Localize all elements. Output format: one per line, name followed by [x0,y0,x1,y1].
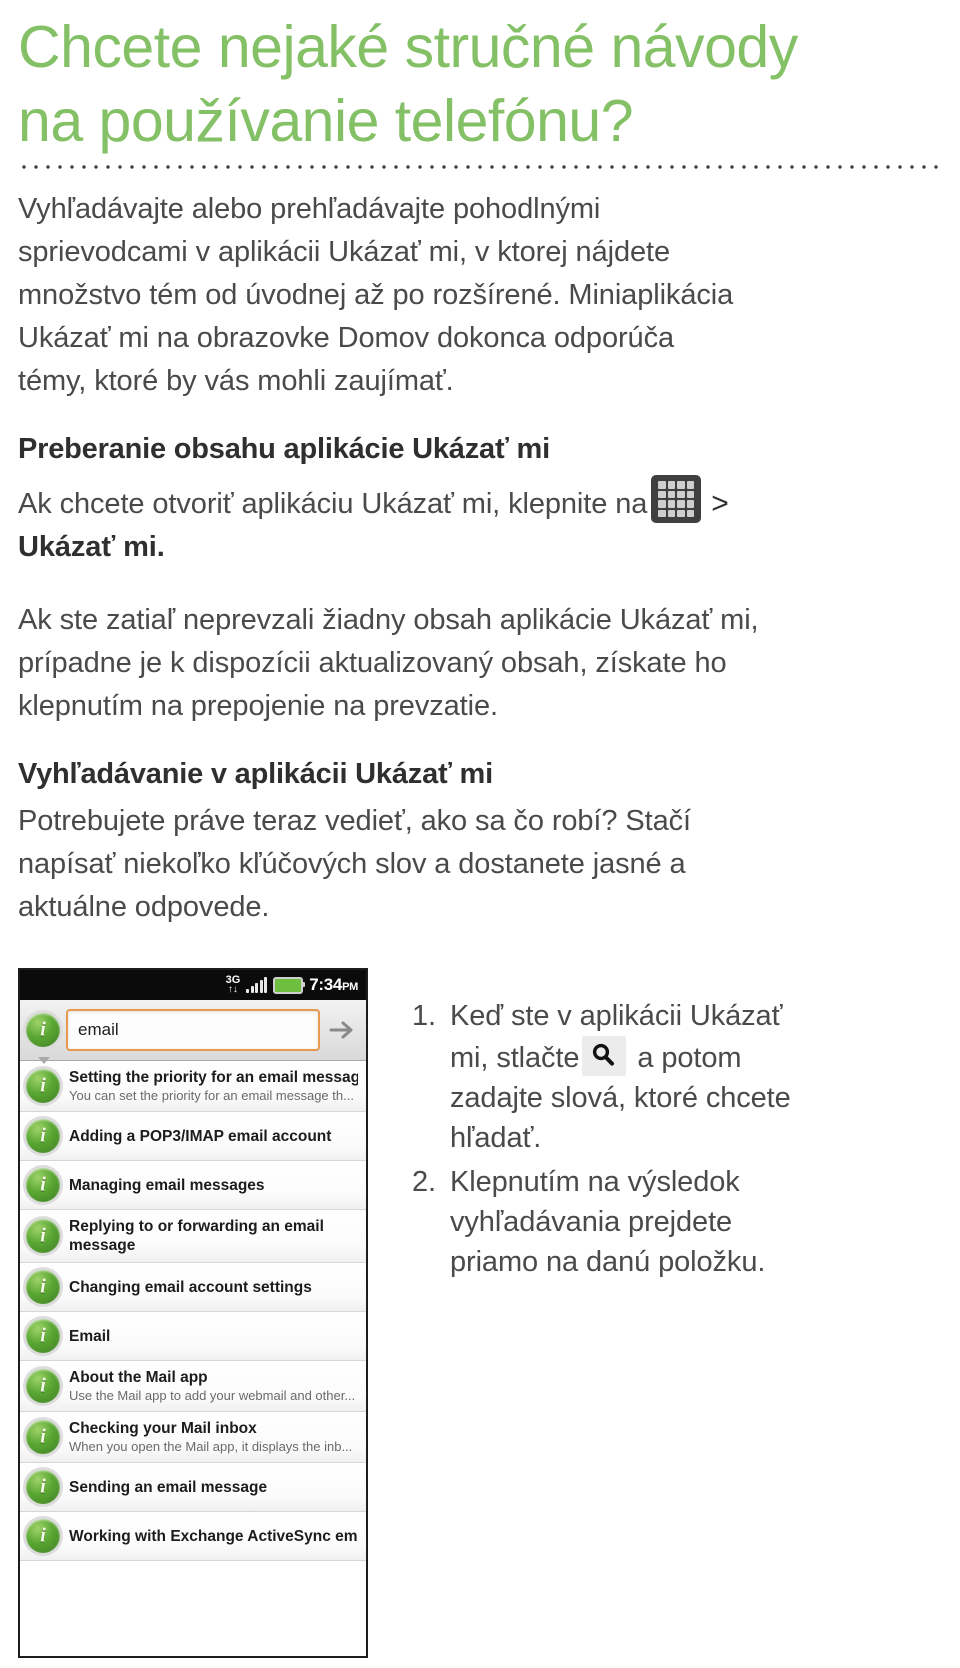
list-item[interactable]: Working with Exchange ActiveSync email [20,1512,366,1561]
section-one-lead-bold-tail: Ukázať mi. [18,531,165,563]
arrow-right-icon[interactable] [326,1011,360,1049]
list-item-text: Sending an email message [69,1478,358,1497]
clock-time: 7:34 [309,975,343,994]
list-item-text: Changing email account settings [69,1278,358,1297]
info-badge-icon [26,1119,60,1153]
list-item-title: Adding a POP3/IMAP email account [69,1127,332,1145]
list-item-text: Replying to or forwarding an email messa… [69,1217,358,1255]
list-item[interactable]: Replying to or forwarding an email messa… [20,1210,366,1263]
info-badge-icon [26,1069,60,1103]
info-badge-icon[interactable] [26,1013,60,1064]
info-badge-icon [26,1470,60,1504]
list-item: 1. Keď ste v aplikácii Ukázať mi, stlačt… [398,996,918,1158]
list-item-title: Changing email account settings [69,1278,312,1296]
section-heading-download: Preberanie obsahu aplikácie Ukázať mi [18,433,550,465]
list-item-text: Checking your Mail inbox When you open th… [69,1419,358,1455]
list-item-title: About the Mail app [69,1369,208,1386]
list-item-title: Working with Exchange ActiveSync email [69,1527,358,1545]
step-body: Klepnutím na výsledok vyhľadávania prejd… [450,1166,766,1278]
battery-icon [273,976,306,994]
list-item[interactable]: Changing email account settings [20,1263,366,1312]
list-item-title: Managing email messages [69,1176,265,1194]
lower-content-area: 3G ↑↓ 7:34PM email S [0,968,960,1668]
signal-bars-icon [246,977,268,993]
info-badge-icon [26,1168,60,1202]
page-title: Chcete nejaké stručné návody na používan… [18,14,798,154]
phone-results-list[interactable]: Setting the priority for an email messag… [20,1061,366,1561]
info-badge-icon [26,1319,60,1353]
list-item-subtitle: Use the Mail app to add your webmail and… [69,1388,356,1403]
list-item-text: Managing email messages [69,1176,358,1195]
list-item-text: Working with Exchange ActiveSync email [69,1527,358,1546]
step-body: Keď ste v aplikácii Ukázať mi, stlačte a… [450,996,918,1158]
list-item-title: Email [69,1327,111,1345]
list-item-subtitle: You can set the priority for an email me… [69,1088,354,1103]
list-item-title: Replying to or forwarding an email messa… [69,1218,324,1254]
document-page: Chcete nejaké stručné návody na používan… [0,0,960,1666]
list-item-text: Adding a POP3/IMAP email account [69,1127,358,1146]
chevron-right-icon: > [711,487,729,520]
list-item[interactable]: Managing email messages [20,1161,366,1210]
info-badge-icon [26,1369,60,1403]
section-one-lead-paragraph: Ak chcete otvoriť aplikáciu Ukázať mi, k… [0,475,960,569]
phone-search-input[interactable]: email [66,1009,320,1051]
section-two-body-paragraph: Potrebujete práve teraz vedieť, ako sa č… [18,805,691,923]
search-icon[interactable] [582,1036,627,1076]
status-bar-clock: 7:34PM [309,975,358,995]
phone-search-value: email [78,1020,119,1039]
phone-screenshot: 3G ↑↓ 7:34PM email S [18,968,368,1658]
list-item-text: Email [69,1327,358,1346]
list-item-title: Checking your Mail inbox [69,1420,257,1437]
intro-paragraph: Vyhľadávajte alebo prehľadávajte pohodln… [18,193,734,397]
list-item[interactable]: About the Mail app Use the Mail app to ad… [20,1361,366,1412]
list-item[interactable]: Checking your Mail inbox When you open th… [20,1412,366,1463]
apps-grid-cells [658,481,695,517]
section-heading-search: Vyhľadávanie v aplikácii Ukázať mi [18,758,493,790]
info-badge-icon [26,1270,60,1304]
phone-status-bar: 3G ↑↓ 7:34PM [20,970,366,1000]
list-item[interactable]: Setting the priority for an email messag… [20,1061,366,1112]
network-arrows: ↑↓ [227,984,238,995]
list-item[interactable]: Adding a POP3/IMAP email account [20,1112,366,1161]
step-number: 1. [412,1000,436,1032]
step-number: 2. [412,1166,436,1198]
info-badge-icon [26,1219,60,1253]
clock-meridiem: PM [342,981,358,993]
list-item[interactable]: Sending an email message [20,1463,366,1512]
list-item-text: Setting the priority for an email messag… [69,1068,358,1104]
section-one-lead-text: Ak chcete otvoriť aplikáciu Ukázať mi, k… [18,488,648,520]
list-item-subtitle: When you open the Mail app, it displays … [69,1439,353,1454]
info-badge-icon [26,1519,60,1553]
network-3g-icon: 3G ↑↓ [226,975,241,995]
list-item[interactable]: Email [20,1312,366,1361]
apps-grid-icon[interactable] [651,475,702,523]
numbered-steps-list: 1. Keď ste v aplikácii Ukázať mi, stlačt… [398,996,918,1286]
list-item-text: About the Mail app Use the Mail app to ad… [69,1368,358,1404]
info-badge-icon [26,1420,60,1454]
section-one-body-paragraph: Ak ste zatiaľ neprevzali žiadny obsah ap… [18,604,759,722]
list-item: 2. Klepnutím na výsledok vyhľadávania pr… [398,1162,918,1282]
list-item-title: Sending an email message [69,1478,268,1496]
phone-search-bar: email [20,1000,366,1064]
list-item-title: Setting the priority for an email messag… [69,1069,358,1086]
